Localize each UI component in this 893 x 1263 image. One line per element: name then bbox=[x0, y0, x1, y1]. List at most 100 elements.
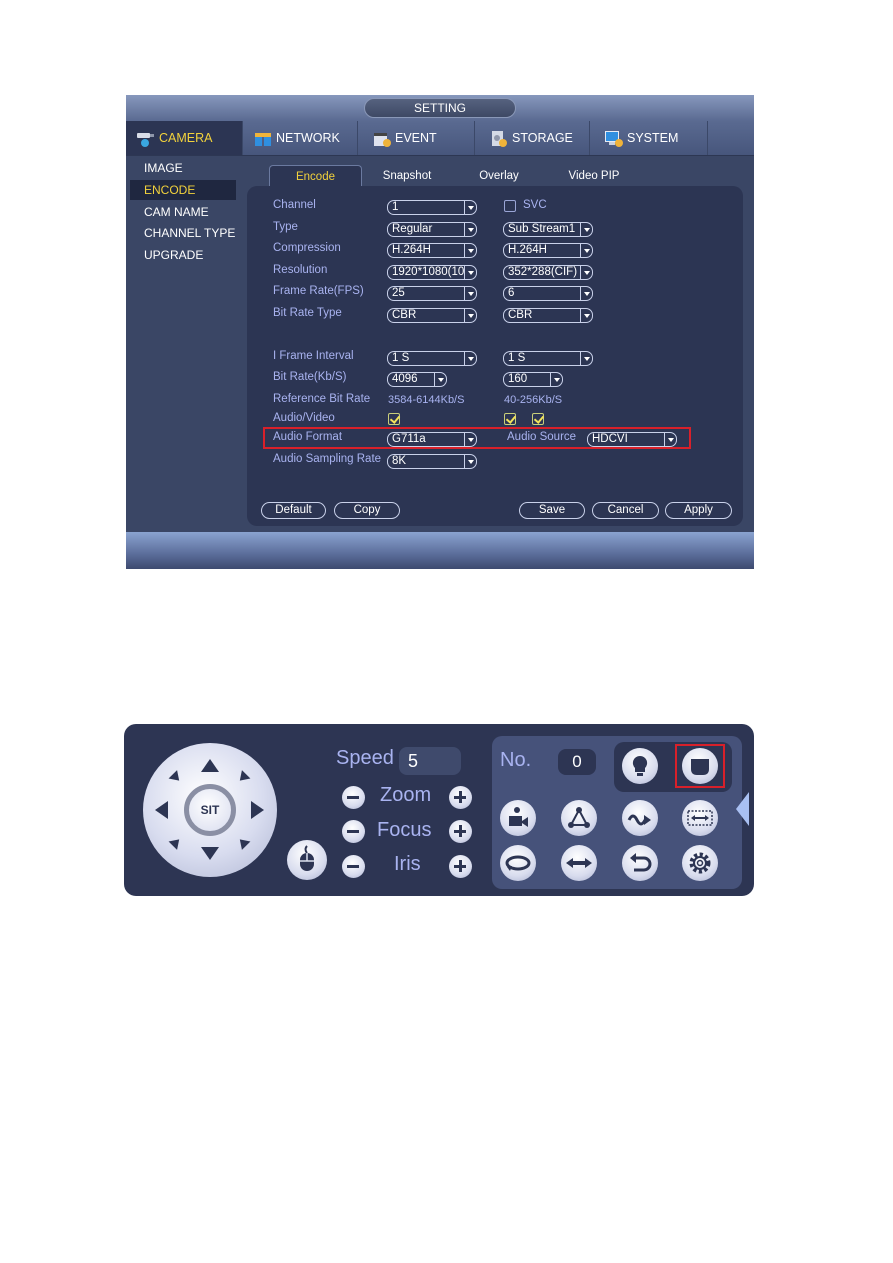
resolution-main-value: 1920*1080(10 bbox=[392, 266, 465, 278]
copy-button[interactable]: Copy bbox=[334, 502, 400, 519]
collapse-panel-arrow-icon[interactable] bbox=[736, 792, 749, 826]
resolution-main-select[interactable]: 1920*1080(10 bbox=[387, 265, 477, 280]
sidebar-item-encode[interactable]: ENCODE bbox=[130, 180, 236, 200]
save-button[interactable]: Save bbox=[519, 502, 585, 519]
reference-bit-rate-sub: 40-256Kb/S bbox=[504, 394, 563, 406]
flip-icon[interactable] bbox=[622, 845, 658, 881]
camera-icon bbox=[136, 130, 154, 147]
title-bar: SETTING bbox=[126, 95, 754, 121]
zoom-out-button[interactable] bbox=[342, 786, 365, 809]
chevron-down-icon bbox=[464, 287, 476, 300]
system-icon bbox=[604, 130, 623, 147]
menu-tab-label: SYSTEM bbox=[627, 131, 679, 145]
sidebar: IMAGE ENCODE CAM NAME CHANNEL TYPE UPGRA… bbox=[126, 156, 244, 536]
preset-no-input[interactable]: 0 bbox=[558, 749, 596, 775]
frame-rate-main-select[interactable]: 25 bbox=[387, 286, 477, 301]
frame-rate-sub-value: 6 bbox=[508, 287, 515, 299]
iris-minus-button[interactable] bbox=[342, 855, 365, 878]
arrow-down-left-icon[interactable] bbox=[168, 835, 184, 850]
bit-rate-type-main-select[interactable]: CBR bbox=[387, 308, 477, 323]
iris-plus-button[interactable] bbox=[449, 855, 472, 878]
arrow-right-icon[interactable] bbox=[251, 801, 264, 819]
arrow-left-icon[interactable] bbox=[155, 801, 168, 819]
compression-sub-select[interactable]: H.264H bbox=[503, 243, 593, 258]
menu-tab-storage[interactable]: STORAGE bbox=[475, 121, 590, 155]
tab-overlay[interactable]: Overlay bbox=[469, 165, 529, 187]
channel-label: Channel bbox=[273, 199, 316, 211]
pattern-icon[interactable] bbox=[622, 800, 658, 836]
mouse-icon bbox=[300, 845, 314, 871]
chevron-down-icon bbox=[464, 352, 476, 365]
settings-icon[interactable] bbox=[682, 845, 718, 881]
zoom-in-button[interactable] bbox=[449, 786, 472, 809]
audio-video-main-checkbox[interactable] bbox=[388, 413, 400, 425]
arrow-up-right-icon[interactable] bbox=[235, 770, 251, 785]
menu-tab-network[interactable]: NETWORK bbox=[243, 121, 358, 155]
svc-checkbox[interactable] bbox=[504, 200, 516, 212]
type-main-select[interactable]: Regular bbox=[387, 222, 477, 237]
menu-tab-camera[interactable]: CAMERA bbox=[126, 121, 243, 155]
compression-label: Compression bbox=[273, 242, 341, 254]
menu-tab-event[interactable]: EVENT bbox=[358, 121, 475, 155]
preset-icon[interactable] bbox=[500, 800, 536, 836]
tab-snapshot[interactable]: Snapshot bbox=[372, 165, 442, 187]
tour-icon[interactable] bbox=[561, 800, 597, 836]
audio-sampling-rate-value: 8K bbox=[392, 455, 407, 467]
sidebar-item-channel-type[interactable]: CHANNEL TYPE bbox=[130, 223, 236, 243]
sidebar-item-image[interactable]: IMAGE bbox=[130, 158, 236, 178]
pan-icon[interactable] bbox=[561, 845, 597, 881]
audio-sampling-rate-select[interactable]: 8K bbox=[387, 454, 477, 469]
i-frame-interval-main-select[interactable]: 1 S bbox=[387, 351, 477, 366]
type-sub-select[interactable]: Sub Stream1 bbox=[503, 222, 593, 237]
audio-video-sub-checkbox-2[interactable] bbox=[532, 413, 544, 425]
bit-rate-sub-select[interactable]: 160 bbox=[503, 372, 563, 387]
ptz-panel: SIT Speed 5 Zoom Focus Iris No. 0 bbox=[124, 724, 754, 896]
type-sub-value: Sub Stream1 bbox=[508, 223, 576, 235]
bit-rate-main-select[interactable]: 4096 bbox=[387, 372, 447, 387]
speed-label: Speed bbox=[336, 747, 394, 769]
bit-rate-type-sub-value: CBR bbox=[508, 309, 533, 321]
sit-button[interactable]: SIT bbox=[184, 784, 236, 836]
cancel-button[interactable]: Cancel bbox=[592, 502, 659, 519]
menu-tab-label: CAMERA bbox=[159, 131, 213, 145]
chevron-down-icon bbox=[464, 244, 476, 257]
arrow-down-icon[interactable] bbox=[201, 847, 219, 860]
tab-encode[interactable]: Encode bbox=[269, 165, 362, 187]
channel-select[interactable]: 1 bbox=[387, 200, 477, 215]
arrow-up-left-icon[interactable] bbox=[168, 770, 184, 785]
apply-button[interactable]: Apply bbox=[665, 502, 732, 519]
speed-input[interactable]: 5 bbox=[399, 747, 461, 775]
resolution-sub-select[interactable]: 352*288(CIF) bbox=[503, 265, 593, 280]
chevron-down-icon bbox=[464, 455, 476, 468]
reference-bit-rate-main: 3584-6144Kb/S bbox=[388, 394, 465, 406]
window-title: SETTING bbox=[364, 98, 516, 118]
i-frame-interval-sub-select[interactable]: 1 S bbox=[503, 351, 593, 366]
mouse-button[interactable] bbox=[287, 840, 327, 880]
svc-label: SVC bbox=[523, 199, 547, 211]
chevron-down-icon bbox=[580, 287, 592, 300]
sidebar-item-upgrade[interactable]: UPGRADE bbox=[130, 245, 236, 265]
rotate-icon[interactable] bbox=[500, 845, 536, 881]
border-icon[interactable] bbox=[682, 800, 718, 836]
arrow-down-right-icon[interactable] bbox=[235, 835, 251, 850]
light-icon[interactable] bbox=[622, 748, 658, 784]
sidebar-item-cam-name[interactable]: CAM NAME bbox=[130, 202, 236, 222]
default-button[interactable]: Default bbox=[261, 502, 326, 519]
focus-minus-button[interactable] bbox=[342, 820, 365, 843]
channel-value: 1 bbox=[392, 201, 399, 213]
frame-rate-main-value: 25 bbox=[392, 287, 405, 299]
main-menu: CAMERA NETWORK EVENT STORAGE SYSTEM bbox=[126, 121, 754, 156]
compression-main-value: H.264H bbox=[392, 244, 431, 256]
menu-tab-system[interactable]: SYSTEM bbox=[590, 121, 708, 155]
arrow-up-icon[interactable] bbox=[201, 759, 219, 772]
reference-bit-rate-label: Reference Bit Rate bbox=[273, 393, 371, 405]
compression-main-select[interactable]: H.264H bbox=[387, 243, 477, 258]
focus-plus-button[interactable] bbox=[449, 820, 472, 843]
bit-rate-type-label: Bit Rate Type bbox=[273, 307, 342, 319]
frame-rate-label: Frame Rate(FPS) bbox=[273, 285, 364, 297]
tab-video-pip[interactable]: Video PIP bbox=[558, 165, 630, 187]
audio-video-sub-checkbox-1[interactable] bbox=[504, 413, 516, 425]
resolution-label: Resolution bbox=[273, 264, 328, 276]
frame-rate-sub-select[interactable]: 6 bbox=[503, 286, 593, 301]
bit-rate-type-sub-select[interactable]: CBR bbox=[503, 308, 593, 323]
